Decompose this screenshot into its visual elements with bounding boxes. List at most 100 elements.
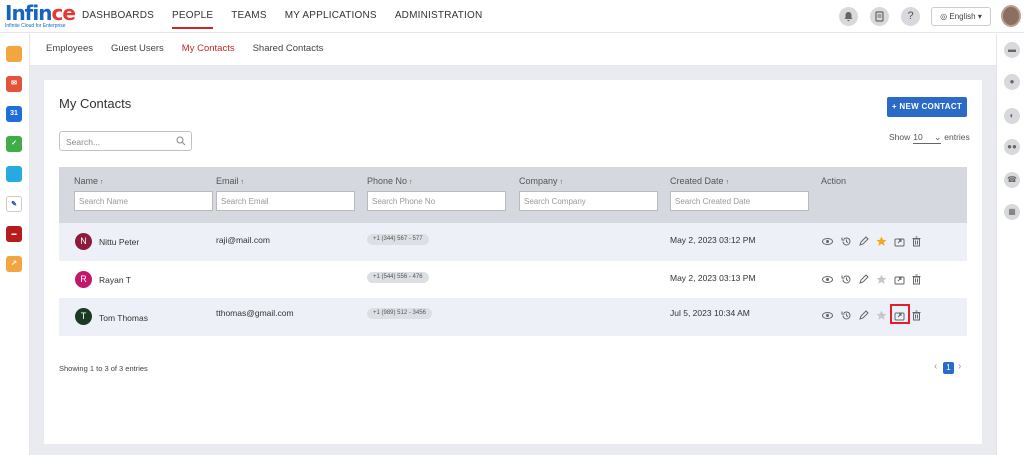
table-row: R Rayan T +1 (544) 556 - 476 May 2, 2023 03…: [59, 261, 967, 299]
view-icon[interactable]: [822, 274, 833, 285]
tab-guest-users[interactable]: Guest Users: [111, 34, 164, 65]
language-select[interactable]: ◎ English ▾: [931, 7, 991, 26]
view-icon[interactable]: [822, 310, 833, 321]
edit-icon[interactable]: [858, 236, 869, 247]
search-icon: [176, 136, 186, 146]
tab-shared-contacts[interactable]: Shared Contacts: [253, 34, 324, 65]
group-icon[interactable]: ●●: [1004, 139, 1020, 155]
contact-created-date: May 2, 2023 03:13 PM: [670, 273, 756, 283]
notification-bell-icon[interactable]: [839, 7, 858, 26]
globe-icon: ◎: [940, 12, 948, 21]
top-nav-dashboards[interactable]: DASHBOARDS: [82, 0, 154, 33]
photos-app-icon[interactable]: [6, 166, 22, 182]
page-size-select[interactable]: 10 ⌄: [913, 132, 942, 144]
column-header-phone-no[interactable]: Phone No ↑: [367, 176, 412, 186]
delete-icon[interactable]: [911, 236, 922, 247]
page-size-control: Show 10 ⌄ entries: [889, 132, 970, 144]
top-nav-my-applications[interactable]: MY APPLICATIONS: [285, 0, 377, 33]
filter-email-input[interactable]: [216, 191, 355, 211]
user-icon[interactable]: ●: [1004, 74, 1020, 90]
language-label: English: [949, 12, 976, 21]
app-launcher-bar: ✉ 31 ✓ ✎ ▬ ↗: [0, 34, 30, 455]
sort-arrow-icon: ↑: [723, 179, 729, 186]
pager-prev-button[interactable]: ‹: [934, 361, 937, 372]
phone-icon[interactable]: ☎: [1004, 172, 1020, 188]
delete-icon[interactable]: [911, 310, 922, 321]
chat-icon[interactable]: ▬: [1004, 42, 1020, 58]
contact-created-date: Jul 5, 2023 10:34 AM: [670, 308, 750, 318]
right-sidebar: ▬ ● ◐ ●● ☎ ▦: [996, 34, 1024, 455]
contact-phone: +1 (544) 556 - 476: [367, 272, 429, 283]
tab-employees[interactable]: Employees: [46, 34, 93, 65]
contact-avatar: R: [75, 271, 92, 288]
entries-label: entries: [944, 132, 970, 142]
highlight-box: [890, 304, 910, 324]
sign-app-icon[interactable]: ✎: [6, 196, 22, 212]
contact-created-date: May 2, 2023 03:12 PM: [670, 235, 756, 245]
edit-icon[interactable]: [858, 274, 869, 285]
caret-down-icon: ▾: [977, 12, 982, 21]
contact-phone: +1 (989) 512 - 3456: [367, 308, 432, 319]
table-info: Showing 1 to 3 of 3 entries: [59, 364, 148, 373]
infince-logo[interactable]: Infince Infinite Cloud for Enterprise: [5, 3, 76, 31]
calendar-app-icon[interactable]: 31: [6, 106, 22, 122]
filter-name-input[interactable]: [74, 191, 213, 211]
search-field[interactable]: [59, 131, 192, 151]
sub-nav: Employees Guest Users My Contacts Shared Co…: [30, 34, 996, 66]
sort-arrow-icon: ↑: [98, 179, 104, 186]
column-header-company[interactable]: Company ↑: [519, 176, 563, 186]
star-icon[interactable]: [876, 236, 887, 247]
star-icon[interactable]: [876, 310, 887, 321]
column-header-created-date[interactable]: Created Date ↑: [670, 176, 729, 186]
star-icon[interactable]: [876, 274, 887, 285]
contact-phone: +1 (344) 567 - 577: [367, 234, 429, 245]
edit-icon[interactable]: [858, 310, 869, 321]
pager-next-button[interactable]: ›: [958, 361, 961, 372]
history-icon[interactable]: [841, 310, 852, 321]
contact-avatar: N: [75, 233, 92, 250]
search-input[interactable]: [60, 133, 170, 151]
filter-company-input[interactable]: [519, 191, 658, 211]
sort-arrow-icon: ↑: [407, 179, 413, 186]
zoom-app-icon[interactable]: ▬: [6, 226, 22, 242]
column-header-name[interactable]: Name ↑: [74, 176, 103, 186]
column-header-action: Action: [821, 176, 847, 186]
tab-my-contacts[interactable]: My Contacts: [182, 34, 235, 65]
top-nav-people[interactable]: PEOPLE: [172, 0, 214, 33]
chevron-down-icon: ⌄: [934, 132, 942, 142]
view-icon[interactable]: [822, 236, 833, 247]
share-icon[interactable]: [894, 236, 905, 247]
history-icon[interactable]: [841, 274, 852, 285]
table-header: Name ↑ Email ↑ Phone No ↑ Company ↑ Created …: [59, 167, 967, 223]
contact-avatar: T: [75, 308, 92, 325]
history-icon[interactable]: [841, 236, 852, 247]
contact-name[interactable]: Tom Thomas: [99, 313, 148, 323]
contact-name[interactable]: Nittu Peter: [99, 237, 139, 247]
folder-app-icon[interactable]: [6, 46, 22, 62]
user-settings-icon[interactable]: ◐: [1004, 108, 1020, 124]
contact-email: raji@mail.com: [216, 235, 270, 245]
user-avatar[interactable]: [1001, 5, 1021, 27]
sort-arrow-icon: ↑: [238, 179, 244, 186]
show-label: Show: [889, 132, 911, 142]
top-nav-administration[interactable]: ADMINISTRATION: [395, 0, 483, 33]
filter-created-date-input[interactable]: [670, 191, 809, 211]
mail-app-icon[interactable]: ✉: [6, 76, 22, 92]
top-nav-teams[interactable]: TEAMS: [231, 0, 266, 33]
page-title: My Contacts: [59, 96, 132, 111]
help-icon[interactable]: ?: [901, 7, 920, 26]
delete-icon[interactable]: [911, 274, 922, 285]
document-icon[interactable]: [870, 7, 889, 26]
contact-email: tthomas@gmail.com: [216, 308, 294, 318]
top-bar: Infince Infinite Cloud for Enterprise DA…: [0, 0, 1024, 33]
filter-phone-no-input[interactable]: [367, 191, 506, 211]
analytics-app-icon[interactable]: ↗: [6, 256, 22, 272]
contact-name[interactable]: Rayan T: [99, 275, 131, 285]
pager-current-page[interactable]: 1: [943, 362, 954, 374]
calendar-icon[interactable]: ▦: [1004, 204, 1020, 220]
column-header-email[interactable]: Email ↑: [216, 176, 244, 186]
tasks-app-icon[interactable]: ✓: [6, 136, 22, 152]
share-icon[interactable]: [894, 274, 905, 285]
sort-arrow-icon: ↑: [557, 179, 563, 186]
new-contact-button[interactable]: + NEW CONTACT: [887, 97, 967, 117]
